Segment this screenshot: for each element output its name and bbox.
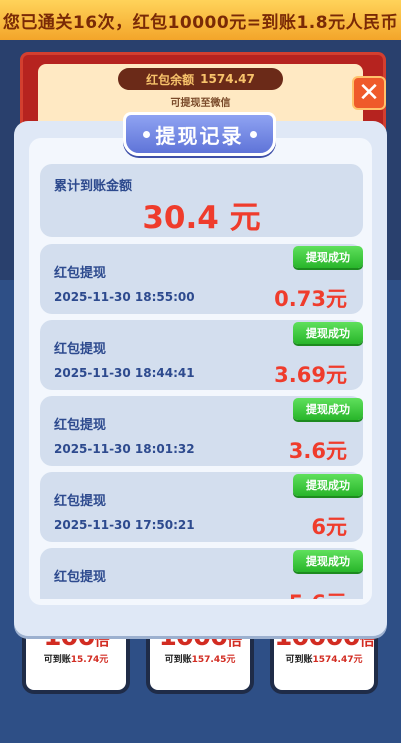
top-banner: 您已通关16次，红包10000元=到账1.8元人民币	[0, 0, 401, 40]
tile-payout: 可到账15.74元	[43, 655, 109, 665]
modal-title-text: 提现记录	[155, 123, 244, 148]
list-item: 红包提现 2025-11-30 18:55:00 0.73元 提现成功	[40, 244, 363, 314]
list-item: 红包提现 2025-11-30 17:50:21 6元 提现成功	[40, 472, 363, 542]
record-time: 2025-11-30 18:44:41	[54, 366, 195, 380]
status-badge: 提现成功	[293, 322, 363, 344]
balance-pill: 红包余额 1574.47	[118, 68, 283, 90]
balance-sub: 可提现至微信	[170, 98, 231, 109]
status-badge: 提现成功	[293, 474, 363, 496]
modal-title: 提现记录	[123, 112, 276, 156]
record-time: 2025-11-30 18:55:00	[54, 290, 195, 304]
record-name: 红包提现	[54, 570, 107, 585]
tile-payout: 可到账1574.47元	[285, 655, 363, 665]
balance-value: 1574.47	[200, 72, 255, 86]
title-dot-right	[249, 130, 257, 138]
record-amount: 0.73元	[274, 287, 347, 311]
record-name: 红包提现	[54, 266, 107, 281]
title-dot-left	[142, 130, 150, 138]
list-item: 红包提现 5.6元 提现成功	[40, 548, 363, 599]
total-amount: 30.4 元	[142, 200, 261, 236]
withdraw-record-list[interactable]: 红包提现 2025-11-30 18:55:00 0.73元 提现成功 红包提现…	[40, 244, 363, 599]
status-badge: 提现成功	[293, 398, 363, 420]
status-badge: 提现成功	[293, 246, 363, 268]
record-name: 红包提现	[54, 494, 107, 509]
record-amount: 5.6元	[289, 587, 347, 599]
tile-payout: 可到账157.45元	[164, 655, 236, 665]
record-amount: 3.69元	[274, 363, 347, 387]
record-amount: 3.6元	[288, 439, 347, 463]
list-item: 红包提现 2025-11-30 18:44:41 3.69元 提现成功	[40, 320, 363, 390]
banner-text: 您已通关16次，红包10000元=到账1.8元人民币	[2, 12, 399, 33]
close-button[interactable]: ✕	[352, 76, 386, 110]
record-amount: 6元	[311, 515, 347, 539]
record-time: 2025-11-30 17:50:21	[54, 518, 195, 532]
record-name: 红包提现	[54, 418, 107, 433]
status-badge: 提现成功	[293, 550, 363, 572]
close-icon: ✕	[358, 78, 380, 108]
record-time: 2025-11-30 18:01:32	[54, 442, 195, 456]
list-item: 红包提现 2025-11-30 18:01:32 3.6元 提现成功	[40, 396, 363, 466]
record-name: 红包提现	[54, 342, 107, 357]
total-received-card: 累计到账金额 30.4 元	[40, 164, 363, 237]
balance-label: 红包余额	[146, 72, 195, 87]
